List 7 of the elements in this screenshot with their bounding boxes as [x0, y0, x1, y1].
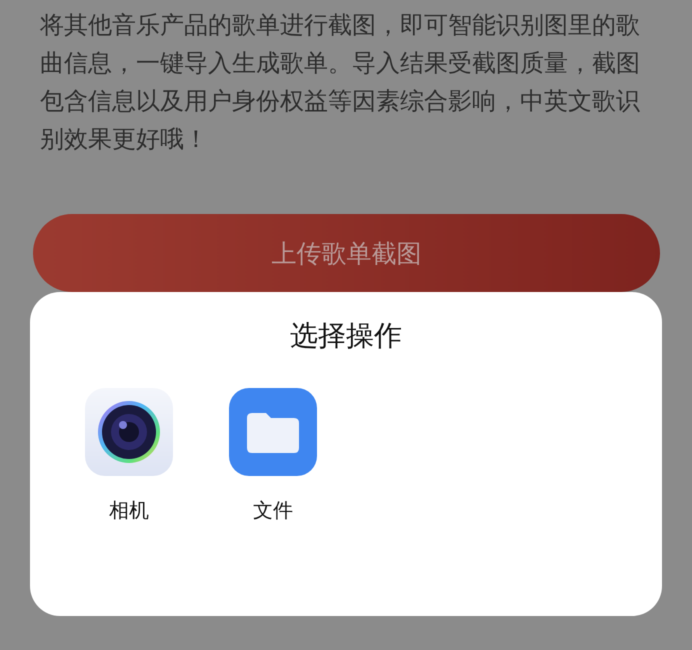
intro-text: 将其他音乐产品的歌单进行截图，即可智能识别图里的歌曲信息，一键导入生成歌单。导入结果受截图质量，截图包含信息以及用户身份权益等因素综合影响，中英文歌识别效果更好哦！ [40, 10, 641, 155]
sheet-title: 选择操作 [289, 318, 403, 354]
upload-screenshot-button[interactable]: 上传歌单截图 [33, 214, 660, 292]
option-label: 相机 [109, 497, 149, 524]
folder-app-icon[interactable] [229, 388, 317, 476]
option-label: 文件 [253, 497, 293, 524]
camera-app-icon[interactable] [85, 388, 173, 476]
